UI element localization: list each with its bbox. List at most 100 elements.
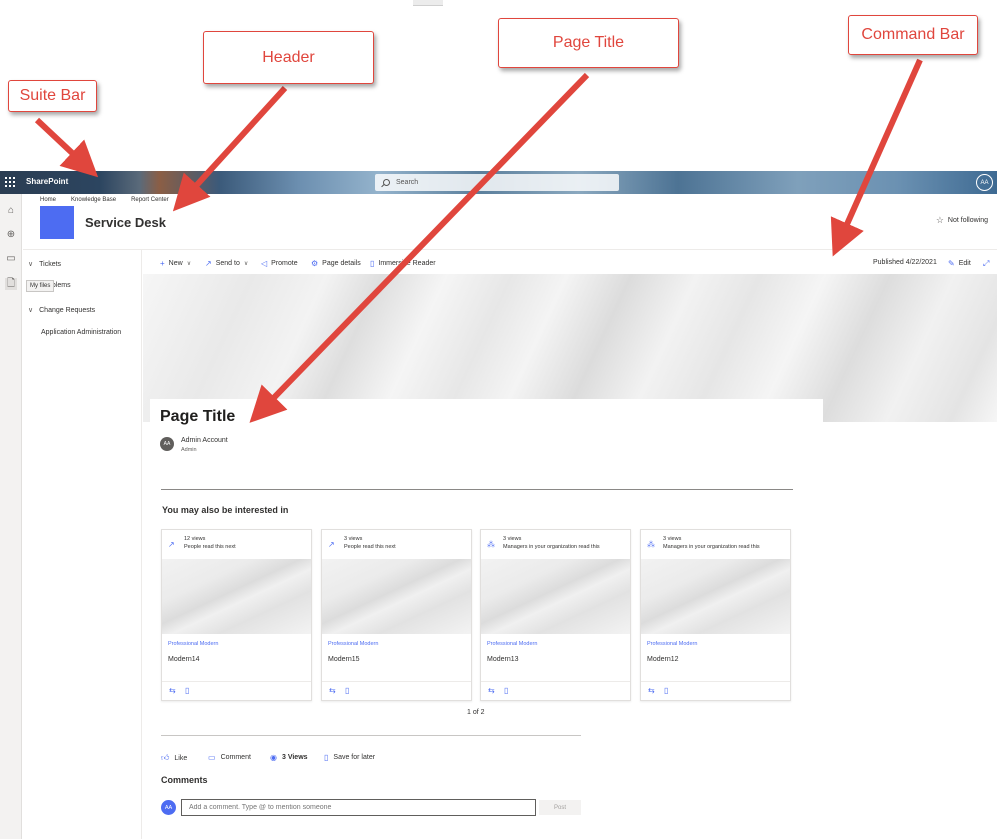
globe-icon[interactable]: ⊕	[5, 228, 17, 240]
author-name[interactable]: Admin Account	[181, 437, 228, 444]
megaphone-icon: ◁	[261, 259, 268, 268]
expand-icon[interactable]: ⤢	[983, 259, 989, 269]
hub-nav: Home Knowledge Base Report Center	[40, 197, 169, 203]
immersive-reader-label: Immersive Reader	[378, 260, 436, 267]
nav-item-change-requests[interactable]: ∨ Change Requests	[28, 306, 95, 315]
search-box[interactable]: Search	[375, 174, 619, 191]
section-divider	[161, 489, 793, 490]
sharepoint-brand[interactable]: SharePoint	[26, 177, 68, 186]
news-card[interactable]: ↗ 12 views People read this next Profess…	[161, 529, 312, 701]
card-thumbnail[interactable]	[162, 559, 311, 634]
news-card[interactable]: ⁂ 3 views Managers in your organization …	[640, 529, 791, 701]
bookmark-icon: ▯	[324, 753, 329, 762]
arrow-suite-bar	[34, 117, 99, 178]
recommended-heading: You may also be interested in	[162, 505, 289, 515]
promote-label: Promote	[271, 260, 298, 267]
chevron-down-icon[interactable]: ∨	[28, 260, 33, 268]
thumbs-up-icon: 👍︎	[161, 753, 170, 762]
edit-button[interactable]: ✎ Edit	[948, 259, 971, 268]
chevron-down-icon: ∨	[186, 261, 192, 267]
card-site[interactable]: Professional Modern	[487, 641, 537, 647]
published-label: Published 4/22/2021	[873, 259, 937, 266]
chevron-down-icon[interactable]: ∨	[28, 306, 33, 314]
comment-button[interactable]: ▭ Comment	[208, 753, 251, 762]
comment-input[interactable]	[181, 799, 536, 816]
card-site[interactable]: Professional Modern	[168, 641, 218, 647]
news-icon[interactable]: ▭	[5, 252, 17, 264]
card-views: 3 views	[503, 536, 522, 542]
published-status: Published 4/22/2021	[873, 259, 937, 266]
follow-button[interactable]: ☆ Not following	[936, 215, 988, 226]
site-logo[interactable]	[40, 206, 74, 239]
send-to-label: Send to	[215, 260, 240, 267]
callout-header: Header	[203, 31, 374, 84]
bookmark-icon[interactable]: ▯	[664, 686, 668, 695]
news-card[interactable]: ↗ 3 views People read this next Professi…	[321, 529, 472, 701]
callout-page-title: Page Title	[498, 18, 679, 68]
promote-button[interactable]: ◁ Promote	[261, 259, 298, 268]
card-reason: People read this next	[184, 544, 236, 550]
nav-item-application-administration[interactable]: Application Administration	[41, 329, 121, 336]
account-avatar[interactable]: AA	[976, 174, 993, 191]
card-title[interactable]: Modern14	[168, 656, 200, 663]
title-area	[150, 399, 823, 423]
card-views: 12 views	[184, 536, 206, 542]
eye-icon: ◉	[270, 753, 277, 762]
nav-item-tickets[interactable]: ∨ Tickets	[28, 260, 61, 269]
save-for-later-button[interactable]: ▯ Save for later	[324, 753, 375, 762]
site-title[interactable]: Service Desk	[85, 215, 166, 230]
trending-icon: ↗	[328, 540, 335, 549]
plus-icon: +	[160, 259, 165, 268]
bookmark-icon[interactable]: ▯	[504, 686, 508, 695]
app-launcher-icon[interactable]	[5, 177, 15, 187]
home-icon[interactable]: ⌂	[5, 204, 17, 216]
card-reason: Managers in your organization read this	[663, 544, 760, 550]
share-icon[interactable]: ⇆	[169, 686, 176, 695]
card-site[interactable]: Professional Modern	[647, 641, 697, 647]
bookmark-icon[interactable]: ▯	[345, 686, 349, 695]
news-card[interactable]: ⁂ 3 views Managers in your organization …	[480, 529, 631, 701]
immersive-reader-button[interactable]: ▯ Immersive Reader	[370, 259, 436, 268]
share-icon[interactable]: ⇆	[329, 686, 336, 695]
page-details-button[interactable]: ⚙ Page details	[311, 259, 361, 268]
card-site[interactable]: Professional Modern	[328, 641, 378, 647]
reader-icon: ▯	[370, 259, 375, 268]
like-button[interactable]: 👍︎ Like	[161, 753, 187, 763]
app-rail: ⌂ ⊕ ▭ 🗋	[0, 194, 22, 839]
card-thumbnail[interactable]	[481, 559, 630, 634]
bookmark-icon[interactable]: ▯	[185, 686, 189, 695]
new-label: New	[168, 260, 183, 267]
card-thumbnail[interactable]	[641, 559, 790, 634]
follow-label: Not following	[947, 217, 988, 224]
share-icon[interactable]: ⇆	[488, 686, 495, 695]
callout-command-bar: Command Bar	[848, 15, 978, 55]
search-placeholder: Search	[396, 179, 419, 186]
top-scroll-tab	[413, 0, 443, 6]
hub-nav-knowledge-base[interactable]: Knowledge Base	[71, 197, 116, 203]
nav-item-label: Application Administration	[41, 329, 122, 336]
edit-label: Edit	[958, 260, 971, 267]
page-details-label: Page details	[322, 260, 361, 267]
search-icon	[383, 179, 390, 186]
author-role: Admin	[181, 447, 197, 453]
card-title[interactable]: Modern12	[647, 656, 679, 663]
card-thumbnail[interactable]	[322, 559, 471, 634]
comment-icon: ▭	[208, 753, 216, 762]
card-footer-divider	[641, 681, 790, 682]
share-icon[interactable]: ⇆	[648, 686, 655, 695]
gear-icon: ⚙	[311, 259, 319, 268]
file-icon[interactable]: 🗋	[5, 278, 17, 290]
post-button[interactable]: Post	[539, 800, 581, 815]
callout-suite-bar: Suite Bar	[8, 80, 97, 112]
card-views: 3 views	[663, 536, 682, 542]
new-button[interactable]: + New ∨	[160, 259, 191, 268]
pager[interactable]: 1 of 2	[467, 709, 485, 716]
author-avatar[interactable]: AA	[160, 437, 174, 451]
card-title[interactable]: Modern13	[487, 656, 519, 663]
hub-nav-report-center[interactable]: Report Center	[131, 197, 169, 203]
pencil-icon: ✎	[948, 259, 955, 268]
send-to-button[interactable]: ↗ Send to ∨	[205, 259, 248, 268]
hub-nav-home[interactable]: Home	[40, 197, 56, 203]
card-title[interactable]: Modern15	[328, 656, 360, 663]
card-footer-divider	[322, 681, 471, 682]
